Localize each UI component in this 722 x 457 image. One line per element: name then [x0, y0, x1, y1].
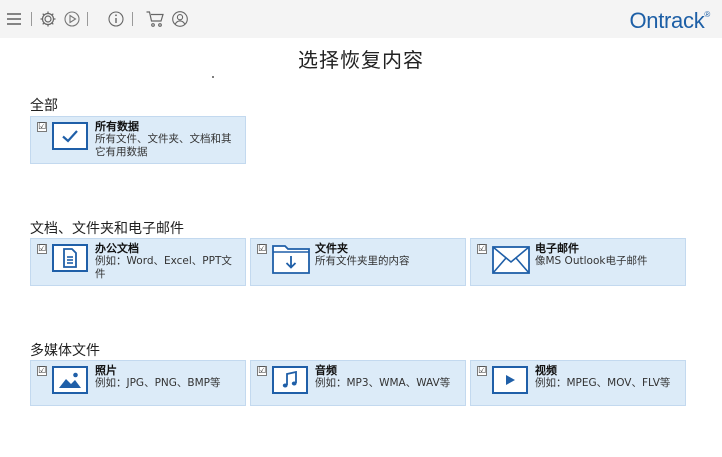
mail-icon	[491, 243, 531, 277]
video-checkbox[interactable]: ☑	[477, 366, 487, 376]
card-description: 例如：Word、Excel、PPT文件	[95, 255, 232, 280]
card-video[interactable]: ☑ 视频 例如：MPEG、MOV、FLV等	[470, 360, 686, 406]
card-title: 办公文档	[95, 242, 139, 255]
user-icon[interactable]	[170, 9, 190, 29]
card-description: 所有文件夹里的内容	[315, 255, 410, 267]
photos-checkbox[interactable]: ☑	[37, 366, 47, 376]
checkmark-icon	[52, 122, 88, 150]
card-description: 像MS Outlook电子邮件	[535, 255, 648, 267]
card-title: 照片	[95, 364, 117, 377]
toolbar-divider	[132, 12, 133, 26]
card-description: 所有文件、文件夹、文档和其它有用数据	[95, 133, 232, 158]
card-all-data[interactable]: ☑ 所有数据 所有文件、文件夹、文档和其它有用数据	[30, 116, 246, 164]
card-title: 音频	[315, 364, 337, 377]
settings-icon[interactable]	[38, 9, 58, 29]
card-title: 所有数据	[95, 120, 139, 133]
cart-icon[interactable]	[145, 9, 165, 29]
card-office-documents[interactable]: ☑ 办公文档 例如：Word、Excel、PPT文件	[30, 238, 246, 286]
folder-icon	[271, 242, 311, 276]
top-toolbar: Ontrack®	[0, 0, 722, 38]
card-email[interactable]: ☑ 电子邮件 像MS Outlook电子邮件	[470, 238, 686, 286]
music-icon	[272, 366, 308, 394]
video-icon	[492, 366, 528, 394]
document-icon	[52, 244, 88, 272]
card-audio[interactable]: ☑ 音频 例如：MP3、WMA、WAV等	[250, 360, 466, 406]
play-icon[interactable]	[62, 9, 82, 29]
folders-checkbox[interactable]: ☑	[257, 244, 267, 254]
card-title: 视频	[535, 364, 557, 377]
audio-checkbox[interactable]: ☑	[257, 366, 267, 376]
section-label-all: 全部	[30, 98, 58, 114]
card-folders[interactable]: ☑ 文件夹 所有文件夹里的内容	[250, 238, 466, 286]
card-description: 例如：MP3、WMA、WAV等	[315, 377, 451, 389]
toolbar-divider	[87, 12, 88, 26]
info-icon[interactable]	[106, 9, 126, 29]
card-description: 例如：JPG、PNG、BMP等	[95, 377, 221, 389]
decorative-dot	[212, 76, 214, 78]
all-data-checkbox[interactable]: ☑	[37, 122, 47, 132]
photo-icon	[52, 366, 88, 394]
card-title: 文件夹	[315, 242, 348, 255]
section-label-multimedia: 多媒体文件	[30, 343, 100, 359]
toolbar-divider	[31, 12, 32, 26]
card-description: 例如：MPEG、MOV、FLV等	[535, 377, 671, 389]
page-title: 选择恢复内容	[298, 48, 424, 72]
menu-icon[interactable]	[4, 9, 24, 29]
ontrack-logo: Ontrack®	[629, 8, 710, 33]
office-docs-checkbox[interactable]: ☑	[37, 244, 47, 254]
section-label-documents: 文档、文件夹和电子邮件	[30, 221, 184, 237]
email-checkbox[interactable]: ☑	[477, 244, 487, 254]
card-title: 电子邮件	[535, 242, 579, 255]
card-photos[interactable]: ☑ 照片 例如：JPG、PNG、BMP等	[30, 360, 246, 406]
